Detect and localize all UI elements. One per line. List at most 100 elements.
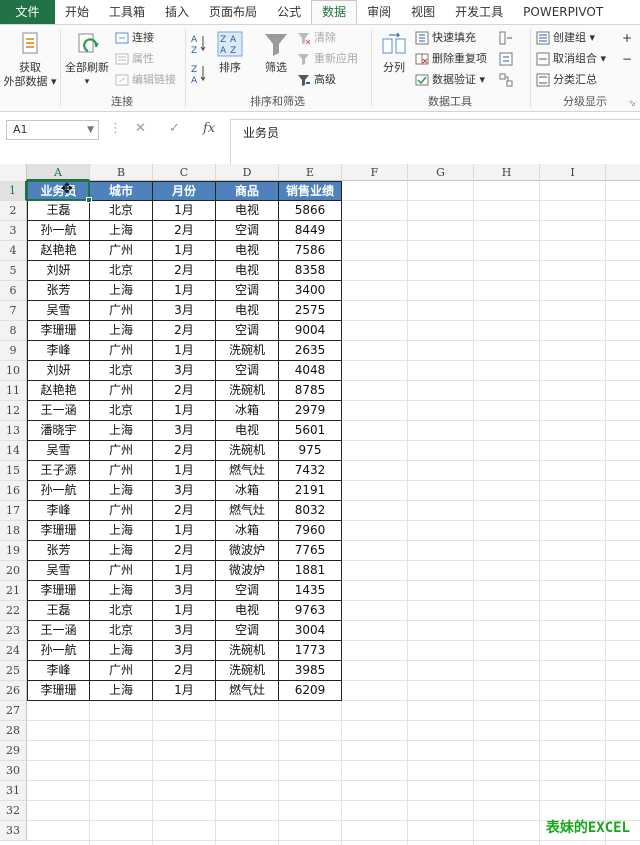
row-header[interactable]: 30: [0, 761, 27, 781]
row-header[interactable]: 11: [0, 381, 27, 401]
table-cell[interactable]: 上海: [90, 521, 153, 541]
table-cell[interactable]: 洗碗机: [216, 441, 279, 461]
table-cell[interactable]: 1月: [153, 521, 216, 541]
what-if-button[interactable]: [499, 50, 516, 68]
table-cell[interactable]: 上海: [90, 541, 153, 561]
row-header[interactable]: 26: [0, 681, 27, 701]
table-cell[interactable]: 北京: [90, 201, 153, 221]
table-cell[interactable]: 3月: [153, 361, 216, 381]
row-header[interactable]: 33: [0, 821, 27, 841]
table-cell[interactable]: 广州: [90, 241, 153, 261]
table-cell[interactable]: 6209: [279, 681, 342, 701]
sort-az-button[interactable]: AZ: [191, 35, 210, 56]
tab-6[interactable]: 数据: [311, 0, 358, 24]
table-header-cell[interactable]: 业务员: [27, 181, 90, 201]
table-cell[interactable]: 3月: [153, 581, 216, 601]
column-header-e[interactable]: E: [279, 164, 342, 181]
table-cell[interactable]: 王一涵: [27, 621, 90, 641]
sort-button[interactable]: ZAAZ 排序: [213, 31, 247, 75]
row-header[interactable]: 7: [0, 301, 27, 321]
tab-7[interactable]: 审阅: [357, 0, 401, 24]
table-cell[interactable]: 张芳: [27, 541, 90, 561]
row-header[interactable]: 1: [0, 181, 27, 201]
table-cell[interactable]: 1月: [153, 401, 216, 421]
table-cell[interactable]: 3985: [279, 661, 342, 681]
table-cell[interactable]: 冰箱: [216, 481, 279, 501]
column-header-b[interactable]: B: [90, 164, 153, 181]
table-cell[interactable]: 电视: [216, 241, 279, 261]
tab-5[interactable]: 公式: [267, 0, 311, 24]
table-cell[interactable]: 广州: [90, 661, 153, 681]
table-cell[interactable]: 赵艳艳: [27, 241, 90, 261]
connections-button[interactable]: 连接: [115, 29, 154, 47]
table-cell[interactable]: 李珊珊: [27, 581, 90, 601]
table-cell[interactable]: 8032: [279, 501, 342, 521]
filter-button[interactable]: 筛选: [257, 31, 295, 75]
table-cell[interactable]: 上海: [90, 221, 153, 241]
table-cell[interactable]: 广州: [90, 441, 153, 461]
dialog-launcher-icon[interactable]: ⬂: [628, 99, 636, 109]
row-header[interactable]: 4: [0, 241, 27, 261]
formula-input[interactable]: 业务员: [230, 119, 640, 165]
table-cell[interactable]: 上海: [90, 641, 153, 661]
row-header[interactable]: 32: [0, 801, 27, 821]
show-detail-icon[interactable]: +: [622, 29, 632, 47]
tab-1[interactable]: 开始: [55, 0, 99, 24]
table-cell[interactable]: 洗碗机: [216, 641, 279, 661]
table-cell[interactable]: 吴雪: [27, 441, 90, 461]
table-cell[interactable]: 电视: [216, 301, 279, 321]
table-cell[interactable]: 3月: [153, 481, 216, 501]
table-cell[interactable]: 王一涵: [27, 401, 90, 421]
table-cell[interactable]: 燃气灶: [216, 461, 279, 481]
table-cell[interactable]: 上海: [90, 581, 153, 601]
properties-button[interactable]: 属性: [115, 50, 154, 68]
table-cell[interactable]: 空调: [216, 361, 279, 381]
data-validation-button[interactable]: 数据验证 ▾: [415, 71, 485, 89]
tab-3[interactable]: 插入: [155, 0, 199, 24]
table-cell[interactable]: 洗碗机: [216, 341, 279, 361]
table-cell[interactable]: 2月: [153, 261, 216, 281]
row-header[interactable]: 25: [0, 661, 27, 681]
table-cell[interactable]: 吴雪: [27, 561, 90, 581]
text-to-columns-button[interactable]: 分列: [375, 31, 413, 75]
table-cell[interactable]: 北京: [90, 621, 153, 641]
table-cell[interactable]: 北京: [90, 401, 153, 421]
table-cell[interactable]: 孙一航: [27, 221, 90, 241]
tab-2[interactable]: 工具箱: [99, 0, 155, 24]
enter-check-icon[interactable]: ✓: [169, 121, 180, 136]
consolidate-button[interactable]: [499, 29, 516, 47]
table-cell[interactable]: 广州: [90, 381, 153, 401]
table-cell[interactable]: 1月: [153, 461, 216, 481]
column-header-g[interactable]: G: [408, 164, 474, 181]
table-cell[interactable]: 李峰: [27, 661, 90, 681]
table-cell[interactable]: 空调: [216, 621, 279, 641]
table-cell[interactable]: 3月: [153, 421, 216, 441]
table-cell[interactable]: 电视: [216, 601, 279, 621]
table-cell[interactable]: 洗碗机: [216, 661, 279, 681]
table-cell[interactable]: 微波炉: [216, 561, 279, 581]
table-cell[interactable]: 1月: [153, 601, 216, 621]
table-cell[interactable]: 3400: [279, 281, 342, 301]
table-cell[interactable]: 潘晓宇: [27, 421, 90, 441]
table-cell[interactable]: 北京: [90, 361, 153, 381]
table-cell[interactable]: 8785: [279, 381, 342, 401]
table-cell[interactable]: 孙一航: [27, 641, 90, 661]
table-cell[interactable]: 刘妍: [27, 361, 90, 381]
table-cell[interactable]: 上海: [90, 421, 153, 441]
table-cell[interactable]: 燃气灶: [216, 501, 279, 521]
table-cell[interactable]: 2月: [153, 501, 216, 521]
table-cell[interactable]: 1881: [279, 561, 342, 581]
row-header[interactable]: 16: [0, 481, 27, 501]
row-header[interactable]: 22: [0, 601, 27, 621]
table-cell[interactable]: 1月: [153, 681, 216, 701]
row-header[interactable]: 23: [0, 621, 27, 641]
relationships-button[interactable]: [499, 71, 516, 89]
table-cell[interactable]: 王磊: [27, 201, 90, 221]
tab-8[interactable]: 视图: [401, 0, 445, 24]
tab-0[interactable]: 文件: [0, 0, 55, 24]
table-header-cell[interactable]: 销售业绩: [279, 181, 342, 201]
name-box-dropdown-icon[interactable]: ▼: [87, 121, 94, 139]
table-cell[interactable]: 李珊珊: [27, 521, 90, 541]
cancel-icon[interactable]: ✕: [135, 121, 146, 136]
table-cell[interactable]: 洗碗机: [216, 381, 279, 401]
